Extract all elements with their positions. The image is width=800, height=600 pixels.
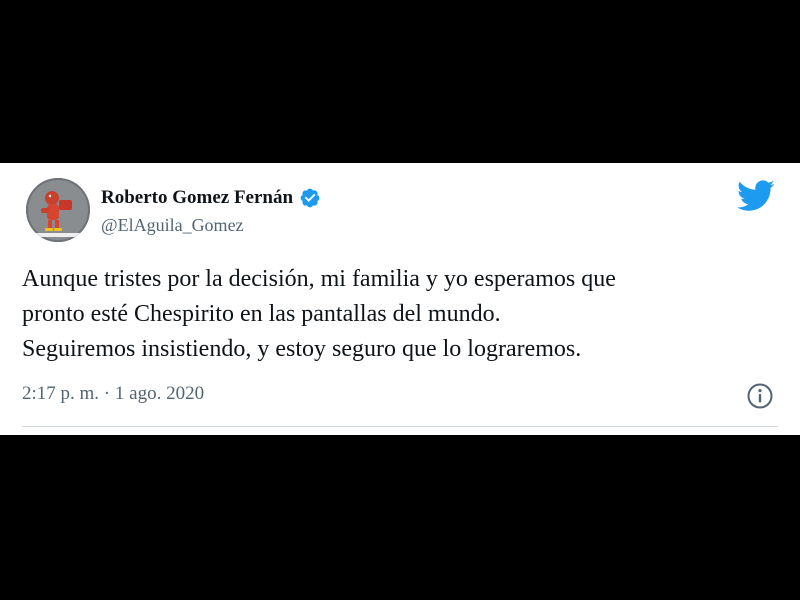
screenshot-canvas: Roberto Gomez Fernán @ElAguila_Gomez Aun…: [0, 0, 800, 600]
info-icon[interactable]: [746, 382, 774, 410]
display-name[interactable]: Roberto Gomez Fernán: [101, 187, 293, 209]
tweet-timestamp[interactable]: 2:17 p. m. · 1 ago. 2020: [22, 383, 204, 405]
tweet-text-line: pronto esté Chespirito en las pantallas …: [22, 301, 501, 327]
divider: [22, 426, 778, 427]
user-handle[interactable]: @ElAguila_Gomez: [101, 215, 244, 236]
verified-badge-icon: [299, 187, 321, 209]
avatar-illustration-icon: [26, 178, 90, 242]
twitter-bird-icon[interactable]: [737, 180, 775, 212]
tweet-text: Aunque tristes por la decisión, mi famil…: [22, 262, 792, 367]
display-name-row: Roberto Gomez Fernán: [101, 184, 321, 212]
author-block: Roberto Gomez Fernán: [101, 184, 321, 212]
avatar[interactable]: [26, 178, 90, 242]
tweet-text-line: Seguiremos insistiendo, y estoy seguro q…: [22, 336, 582, 362]
tweet-text-line: Aunque tristes por la decisión, mi famil…: [22, 266, 616, 292]
